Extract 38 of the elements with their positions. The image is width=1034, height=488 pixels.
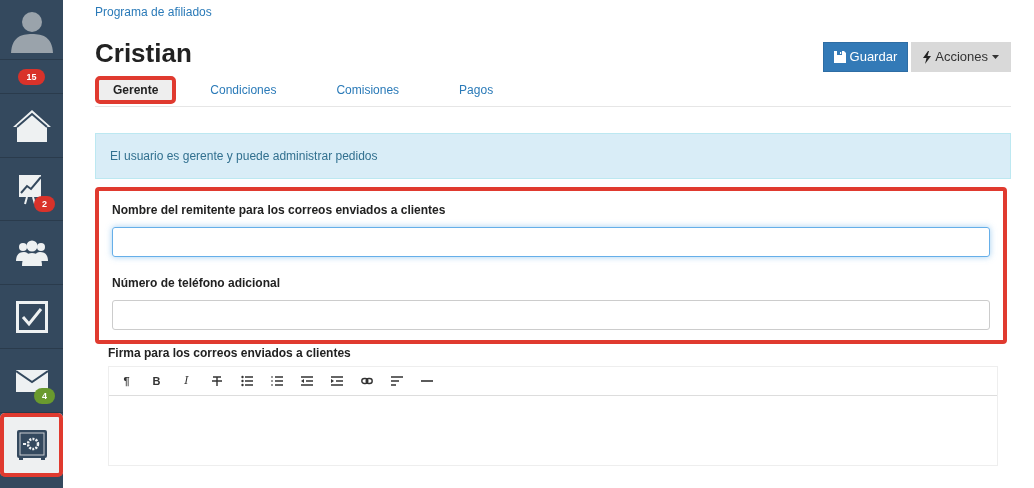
sidebar-item[interactable]: 15 (0, 60, 63, 94)
checkbox-icon (15, 300, 48, 333)
info-alert: El usuario es gerente y puede administrar pedidos (95, 133, 1011, 179)
tab[interactable]: Gerente (95, 76, 177, 104)
format-button[interactable]: I (177, 372, 196, 390)
align-left-icon (390, 375, 403, 387)
sidebar-item[interactable] (0, 413, 63, 477)
breadcrumb-link[interactable]: Programa de afiliados (95, 4, 212, 20)
tab[interactable]: Pagos (445, 76, 508, 104)
format-button[interactable]: ¶ (117, 372, 136, 390)
input-field[interactable] (112, 300, 990, 330)
tab[interactable]: Comisiones (322, 76, 414, 104)
field-label: Número de teléfono adicional (112, 275, 282, 292)
caret-icon (992, 55, 999, 59)
count-badge: 15 (18, 68, 45, 85)
sidebar-item[interactable]: 2 (0, 158, 63, 221)
people-icon (15, 238, 48, 267)
safe-icon (15, 428, 48, 461)
mail-icon (15, 369, 48, 392)
lightning-icon (923, 50, 932, 64)
bulleted-list-icon (240, 375, 253, 387)
save-button[interactable]: Guardar (822, 42, 909, 72)
tab[interactable]: Condiciones (196, 76, 291, 104)
numbered-list-icon (270, 375, 283, 387)
link-icon (360, 375, 373, 387)
rich-text-editor[interactable]: ¶ B I (108, 366, 998, 466)
input-field[interactable] (112, 227, 990, 257)
actions-dropdown-button[interactable]: Acciones (911, 42, 1011, 72)
field-label: Nombre del remitente para los correos enviados a clientes (112, 202, 447, 219)
page-title: Cristian (95, 38, 192, 68)
format-button[interactable]: B (147, 372, 166, 390)
field-label: Firma para los correos enviados a clientes (108, 345, 352, 362)
count-badge: 2 (34, 196, 55, 212)
count-badge: 4 (34, 388, 55, 404)
strikethrough-icon (210, 375, 223, 387)
outdent-icon (300, 375, 313, 387)
indent-icon (330, 375, 343, 387)
sidebar-item[interactable]: 4 (0, 349, 63, 413)
